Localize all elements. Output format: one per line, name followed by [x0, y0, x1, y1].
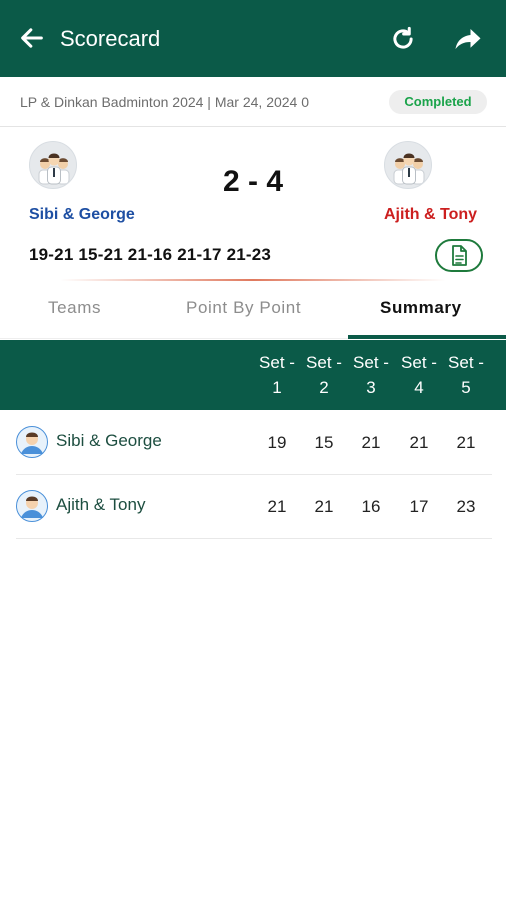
score-cell: 21 — [456, 433, 476, 452]
team2-avatar — [384, 141, 432, 189]
group-avatar-icon — [38, 153, 70, 185]
score-cell: 15 — [314, 433, 334, 452]
tab-bar: Teams Point By Point Summary — [0, 283, 506, 339]
team2-name: Ajith & Tony — [384, 206, 478, 223]
column-header-set-3: Set -3 — [353, 353, 389, 397]
column-header-set-2: Set -2 — [306, 353, 342, 397]
tab-teams[interactable]: Teams — [48, 298, 101, 318]
group-avatar-icon — [393, 153, 425, 185]
document-icon — [452, 245, 467, 266]
match-score: 2 - 4 — [222, 165, 284, 198]
section-divider — [60, 279, 446, 281]
summary-table-header: Set -1 Set -2 Set -3 Set -4 Set -5 — [0, 340, 506, 410]
score-cell: 23 — [456, 497, 476, 516]
active-tab-indicator — [348, 335, 506, 339]
scoresheet-button[interactable] — [435, 239, 483, 272]
score-cell: 17 — [409, 497, 429, 516]
score-cell: 21 — [361, 433, 381, 452]
score-cell: 21 — [314, 497, 334, 516]
match-info-bar: LP & Dinkan Badminton 2024 | Mar 24, 202… — [0, 77, 506, 127]
table-row[interactable]: Ajith & Tony 21 21 16 17 23 — [16, 475, 492, 539]
column-header-set-5: Set -5 — [448, 353, 484, 397]
score-cell: 21 — [267, 497, 287, 516]
player-avatar-icon — [16, 426, 48, 458]
player-avatar-icon — [16, 490, 48, 522]
refresh-icon[interactable] — [388, 24, 418, 54]
set-scores: 19-21 15-21 21-16 21-17 21-23 — [29, 245, 272, 264]
column-header-set-1: Set -1 — [259, 353, 295, 397]
page-title: Scorecard — [60, 26, 161, 51]
player-name: Sibi & George — [56, 431, 162, 450]
column-header-set-4: Set -4 — [401, 353, 437, 397]
team1-avatar — [29, 141, 77, 189]
player-name: Ajith & Tony — [56, 495, 146, 514]
status-badge: Completed — [389, 90, 487, 114]
team1-name: Sibi & George — [29, 206, 135, 223]
arrow-left-icon[interactable] — [18, 24, 46, 52]
score-cell: 21 — [409, 433, 429, 452]
share-icon[interactable] — [452, 24, 484, 54]
score-cell: 19 — [267, 433, 287, 452]
app-bar: Scorecard — [0, 0, 506, 77]
score-cell: 16 — [361, 497, 381, 516]
table-row[interactable]: Sibi & George 19 15 21 21 21 — [16, 411, 492, 475]
tab-summary[interactable]: Summary — [380, 298, 462, 318]
tab-point-by-point[interactable]: Point By Point — [186, 298, 301, 318]
match-meta: LP & Dinkan Badminton 2024 | Mar 24, 202… — [20, 94, 310, 110]
